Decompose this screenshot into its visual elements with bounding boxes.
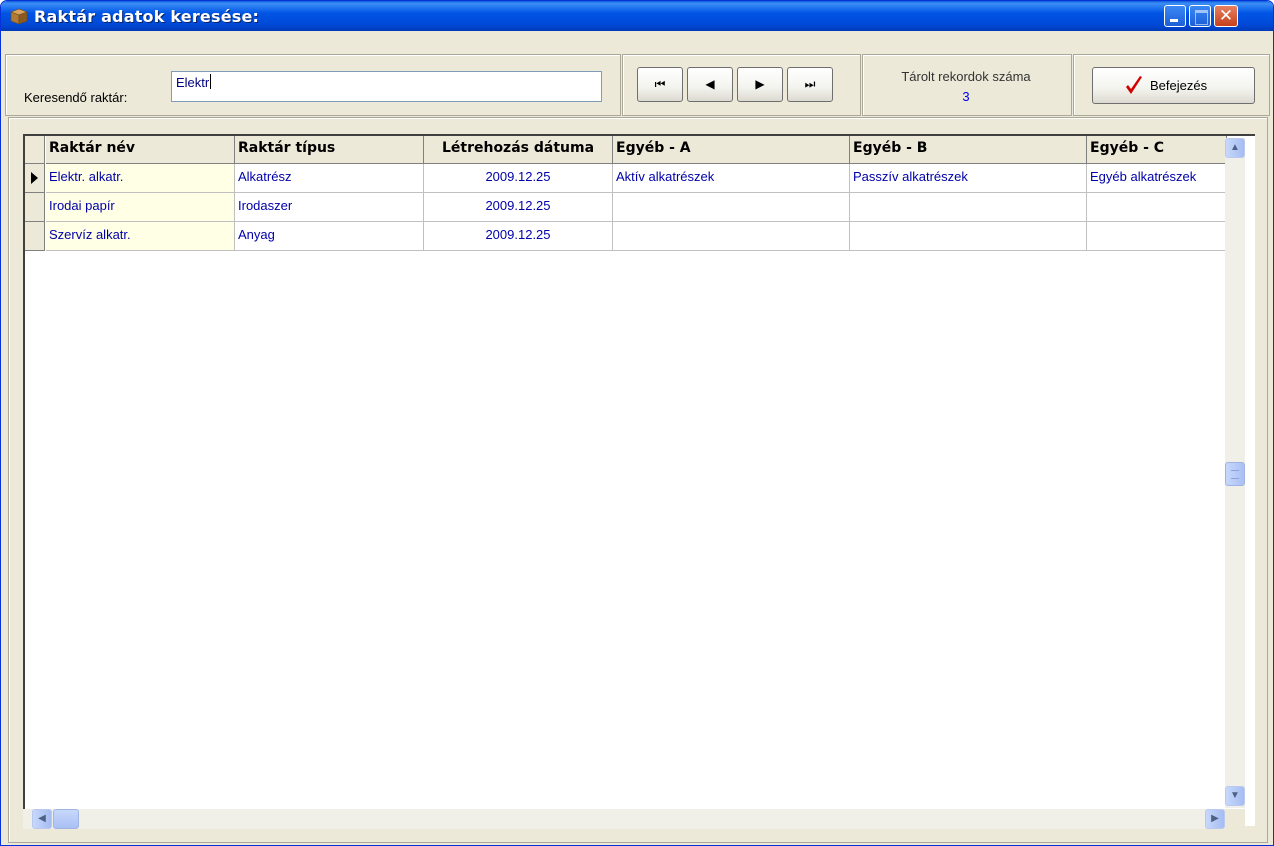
title-bar[interactable]: Raktár adatok keresése: ✕ [1,1,1273,31]
exit-button-label: Befejezés [1150,78,1208,93]
search-input[interactable]: Elektr [171,71,602,102]
table-row[interactable]: Irodai papír Irodaszer 2009.12.25 [25,193,1227,222]
table-cell[interactable] [850,222,1087,251]
window: Raktár adatok keresése: ✕ Keresendő rakt… [0,0,1274,846]
first-record-icon: ⏮ [654,77,666,91]
column-header-name[interactable]: Raktár név [46,136,235,164]
table-cell[interactable] [613,222,850,251]
chevron-right-icon: ▶ [1211,813,1219,824]
maximize-button[interactable] [1189,5,1211,27]
chevron-down-icon: ▼ [1230,790,1240,801]
table-cell[interactable]: Passzív alkatrészek [850,164,1087,193]
text-caret [210,74,212,89]
close-icon: ✕ [1218,6,1234,26]
table-cell[interactable] [850,193,1087,222]
table-cell[interactable]: Irodaszer [235,193,424,222]
column-header-type[interactable]: Raktár típus [235,136,424,164]
table-row[interactable]: Elektr. alkatr. Alkatrész 2009.12.25 Akt… [25,164,1227,193]
table-cell[interactable] [613,193,850,222]
scroll-left-button[interactable]: ◀ [32,809,52,829]
first-record-button[interactable]: ⏮ [637,67,683,102]
column-header-other-a[interactable]: Egyéb - A [613,136,850,164]
search-label: Keresendő raktár: [24,90,128,105]
table-cell[interactable]: Egyéb alkatrészek [1087,164,1227,193]
chevron-up-icon: ▲ [1230,142,1240,153]
search-input-value: Elektr [176,75,210,90]
header-indicator [25,136,45,164]
row-indicator [25,222,45,251]
vertical-scroll-thumb[interactable] [1225,462,1245,486]
chevron-left-icon: ◀ [38,813,46,824]
row-indicator [25,164,45,193]
record-count-value: 3 [962,89,970,104]
table-cell[interactable]: Aktív alkatrészek [613,164,850,193]
table-cell[interactable] [1087,193,1227,222]
exit-button[interactable]: Befejezés [1092,67,1255,104]
table-cell[interactable]: 2009.12.25 [424,222,613,251]
column-header-other-c[interactable]: Egyéb - C [1087,136,1227,164]
table-cell[interactable] [1087,222,1227,251]
window-title: Raktár adatok keresése: [34,7,260,26]
table-row[interactable]: Szervíz alkatr. Anyag 2009.12.25 [25,222,1227,251]
data-grid[interactable]: Raktár név Raktár típus Létrehozás dátum… [23,134,1255,826]
current-row-arrow-icon [31,172,38,184]
table-cell[interactable]: Irodai papír [46,193,235,222]
scrollbar-corner [1225,809,1245,829]
close-button[interactable]: ✕ [1214,5,1238,27]
last-record-icon: ⏭ [804,77,816,91]
checkmark-icon [1126,76,1142,94]
minimize-button[interactable] [1164,5,1186,27]
scroll-right-button[interactable]: ▶ [1205,809,1225,829]
previous-record-button[interactable]: ◀ [687,67,733,102]
column-header-other-b[interactable]: Egyéb - B [850,136,1087,164]
next-record-icon: ▶ [755,77,765,91]
previous-record-icon: ◀ [705,77,715,91]
table-cell[interactable]: Elektr. alkatr. [46,164,235,193]
record-count-label: Tárolt rekordok száma [901,69,1031,84]
box-icon [10,8,28,25]
scroll-down-button[interactable]: ▼ [1225,786,1245,806]
record-count-panel [862,54,1072,116]
row-indicator [25,193,45,222]
horizontal-scrollbar[interactable] [23,809,1225,829]
last-record-button[interactable]: ⏭ [787,67,833,102]
next-record-button[interactable]: ▶ [737,67,783,102]
table-cell[interactable]: 2009.12.25 [424,164,613,193]
column-header-date[interactable]: Létrehozás dátuma [424,136,613,164]
table-cell[interactable]: Szervíz alkatr. [46,222,235,251]
horizontal-scroll-thumb[interactable] [53,809,79,829]
scroll-up-button[interactable]: ▲ [1225,138,1245,158]
table-cell[interactable]: 2009.12.25 [424,193,613,222]
grid-header-row: Raktár név Raktár típus Létrehozás dátum… [25,136,1257,164]
table-cell[interactable]: Anyag [235,222,424,251]
table-cell[interactable]: Alkatrész [235,164,424,193]
